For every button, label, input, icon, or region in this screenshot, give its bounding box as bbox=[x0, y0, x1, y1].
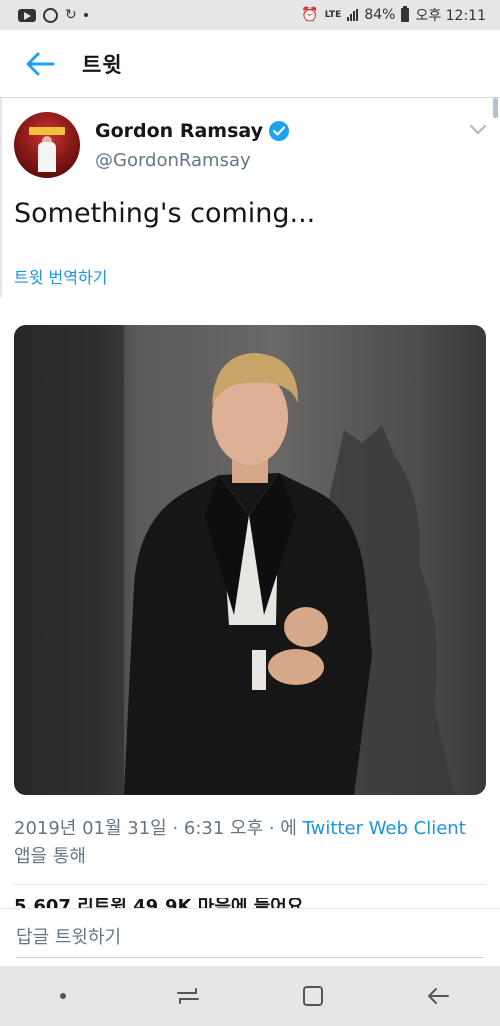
back-button[interactable] bbox=[10, 30, 70, 98]
notification-dot-icon bbox=[83, 13, 88, 17]
refresh-icon: ↻ bbox=[65, 7, 77, 23]
arrow-left-icon bbox=[26, 52, 55, 75]
avatar-sign bbox=[29, 127, 65, 135]
back-arrow-icon bbox=[427, 988, 449, 1004]
app-header: 트윗 bbox=[0, 30, 500, 98]
status-left-icons: ↻ bbox=[18, 7, 88, 23]
sync-icon bbox=[43, 7, 58, 23]
timestamp-suffix: 앱을 통해 bbox=[14, 846, 86, 867]
chevron-down-icon bbox=[470, 125, 486, 134]
signal-icon bbox=[347, 9, 359, 21]
alarm-icon: ⏰ bbox=[301, 7, 319, 23]
page-title: 트윗 bbox=[82, 52, 123, 77]
author-name: Gordon Ramsay bbox=[95, 120, 263, 142]
scrollbar[interactable] bbox=[493, 98, 498, 118]
tweet-options-button[interactable] bbox=[468, 122, 488, 138]
status-right-icons: ⏰ LTE 84% 오후 12:11 bbox=[301, 5, 486, 25]
battery-icon bbox=[401, 6, 410, 22]
author-name-row[interactable]: Gordon Ramsay bbox=[95, 120, 289, 142]
home-square-icon bbox=[302, 986, 323, 1006]
nav-dot-button[interactable] bbox=[33, 971, 93, 1021]
tweet-stats[interactable]: 5,607 리트윗 49.9K 마음에 들어요 bbox=[14, 898, 486, 908]
back-nav-button[interactable] bbox=[408, 971, 468, 1021]
recent-apps-button[interactable] bbox=[158, 971, 218, 1021]
verified-badge-icon bbox=[269, 121, 289, 141]
tweet-photo[interactable] bbox=[14, 325, 486, 795]
reply-input[interactable]: 답글 트윗하기 bbox=[16, 918, 484, 958]
home-button[interactable] bbox=[283, 971, 343, 1021]
translate-tweet-link[interactable]: 트윗 번역하기 bbox=[14, 264, 107, 288]
tweet-text: Something's coming... bbox=[14, 198, 316, 229]
author-handle[interactable]: @GordonRamsay bbox=[95, 150, 251, 171]
status-bar: ↻ ⏰ LTE 84% 오후 12:11 bbox=[0, 0, 500, 30]
photo-illustration bbox=[14, 325, 454, 795]
source-client-link[interactable]: Twitter Web Client bbox=[303, 818, 466, 839]
dot-icon bbox=[59, 993, 66, 999]
divider bbox=[14, 884, 486, 885]
reply-bar: 답글 트윗하기 bbox=[0, 908, 500, 966]
recent-apps-icon bbox=[176, 988, 199, 1004]
android-nav-bar bbox=[0, 966, 500, 1026]
status-time: 오후 12:11 bbox=[415, 8, 486, 24]
avatar-body bbox=[38, 142, 56, 172]
avatar[interactable] bbox=[14, 112, 80, 178]
timestamp-date: 2019년 01월 31일 · 6:31 오후 · 에 bbox=[14, 818, 297, 839]
left-edge-indicator bbox=[0, 98, 4, 298]
network-type: LTE bbox=[324, 9, 342, 20]
battery-percent: 84% bbox=[364, 7, 396, 23]
youtube-icon bbox=[18, 8, 36, 22]
tweet-timestamp: 2019년 01월 31일 · 6:31 오후 · 에 Twitter Web … bbox=[14, 815, 484, 871]
